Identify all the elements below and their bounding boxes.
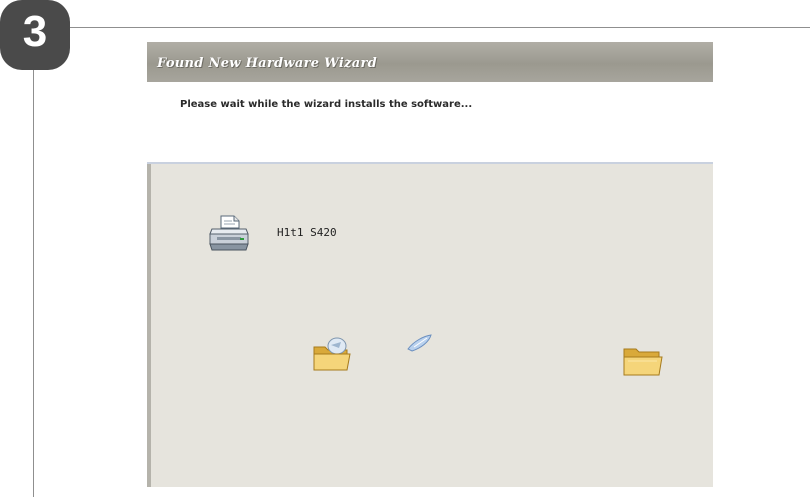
wizard-window: Found New Hardware Wizard Please wait wh…: [147, 42, 713, 487]
device-name: H1t1 S420: [277, 226, 337, 239]
wizard-title: Found New Hardware Wizard: [157, 56, 378, 71]
wizard-header: Please wait while the wizard installs th…: [147, 82, 713, 164]
printer-icon: [207, 212, 251, 256]
frame-top-rule: [70, 27, 810, 28]
folder-open-icon: [311, 336, 353, 376]
step-number-badge: 3: [0, 0, 70, 70]
wizard-header-message: Please wait while the wizard installs th…: [180, 99, 473, 110]
wizard-titlebar[interactable]: Found New Hardware Wizard: [147, 42, 713, 82]
flying-document-icon: [405, 332, 435, 354]
folder-open-icon: [621, 344, 665, 380]
frame-left-rule: [33, 60, 34, 497]
